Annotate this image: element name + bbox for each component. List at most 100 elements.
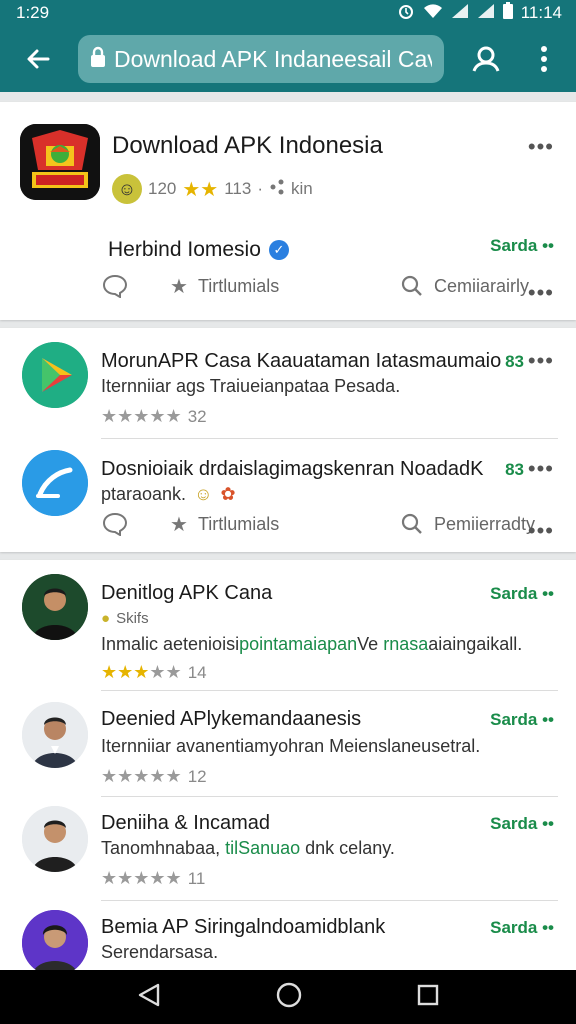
header-action-row: ★ Tirtlumials Cemiiarairly ••• [0, 274, 576, 314]
search-icon [401, 275, 422, 296]
star-icon: ★★ [182, 178, 219, 201]
app-more-button[interactable]: ••• [528, 348, 554, 374]
person-badge[interactable]: Sarda •• [490, 814, 554, 834]
profile-button[interactable] [464, 37, 508, 81]
person-rating: ★★★★★ 11 [101, 868, 205, 889]
person-badge[interactable]: Sarda •• [490, 710, 554, 730]
rating-stars-icon: ★★★★★ [101, 406, 182, 426]
circle-home-icon [276, 982, 302, 1007]
list-item[interactable]: Bemia AP Siringalndoamidblank Sarda •• S… [0, 900, 576, 970]
smile-emoji-icon: ☺ [112, 174, 142, 204]
app-more-button[interactable]: ••• [528, 456, 554, 482]
person-badge-text: Sarda [490, 584, 538, 603]
app-badge: 83 [505, 352, 524, 371]
desc-part: aiaingaikall. [428, 634, 523, 654]
nav-recents-button[interactable] [416, 983, 440, 1012]
app-bar: Download APK Indaneesail Cav [0, 26, 576, 92]
person-badge[interactable]: Sarda •• [490, 584, 554, 604]
divider [101, 438, 558, 439]
person-description: Iternniiar avanentiamyohran Meienslaneus… [101, 736, 481, 756]
signal-icon-2 [477, 3, 495, 24]
favorite-button[interactable]: ★ Tirtlumials [170, 274, 279, 299]
person-name: Bemia AP Siringalndoamidblank [101, 916, 386, 938]
list-item[interactable]: Deniiha & Incamad Sarda •• Tanomhnabaa, … [0, 796, 576, 900]
verified-icon: ✓ [268, 240, 289, 260]
dot-separator: · [257, 179, 264, 198]
desc-highlight: rnasa [383, 634, 429, 654]
similarity-label: Cemiiarairly [434, 275, 530, 296]
wifi-icon [423, 3, 443, 24]
person-badge-text: Sarda [490, 710, 538, 729]
nav-back-button[interactable] [136, 982, 162, 1013]
action-more-button[interactable]: ••• [528, 518, 554, 544]
search-icon [401, 513, 422, 534]
rating-stars-icon: ★★★★★ [101, 662, 182, 682]
person-rating: ★★★★★ 12 [101, 766, 207, 787]
app-title: MorunAPR Casa Kaauataman Iatasmaumaio [101, 350, 502, 372]
person-description: Tanomhnabaa, tilSanuao dnk celany. [101, 838, 395, 859]
person-badge[interactable]: Sarda •• [490, 918, 554, 938]
status-time-right: 11:14 [520, 3, 562, 22]
lock-icon [90, 46, 106, 73]
sarda-link[interactable]: Sarda •• [490, 236, 554, 256]
url-bar[interactable]: Download APK Indaneesail Cav [78, 35, 444, 83]
star-icon: ★ [170, 514, 188, 536]
avatar [22, 910, 88, 970]
user-icon [472, 46, 500, 72]
developer-name[interactable]: Herbind Iomesio ✓ [108, 238, 289, 262]
desc-highlight: pointamaiapan [239, 634, 358, 654]
status-bar: 1:29 11:14 [0, 0, 576, 26]
comment-button[interactable] [102, 274, 128, 298]
share-icon [269, 179, 285, 200]
nav-home-button[interactable] [275, 981, 303, 1014]
smile-emoji-icon: ☺ [194, 484, 213, 504]
similarity-button[interactable]: Pemiierradty [400, 512, 535, 536]
comment-icon [102, 512, 128, 536]
person-sub-text: Skifs [116, 610, 149, 627]
favorite-button[interactable]: ★ Tirtlumials [170, 512, 279, 537]
rating-count: 113 [224, 179, 252, 198]
person-description: Inmalic aetenioisipointamaiapanVe rnasaa… [101, 634, 522, 655]
battery-icon [502, 2, 513, 24]
person-rating: ★★★★★ 14 [101, 662, 207, 683]
status-time-left: 1:29 [16, 3, 50, 22]
avatar [22, 806, 88, 872]
app-description: Iternniiar ags Traiueianpataa Pesada. [101, 376, 401, 396]
play-store-icon [22, 342, 88, 408]
app-rating: ★★★★★ 32 [101, 406, 207, 427]
comment-button[interactable] [102, 512, 128, 536]
app-title: Download APK Indonesia [112, 132, 383, 159]
phone-app-icon [22, 450, 88, 516]
app-action-row: ★ Tirtlumials Pemiierradty ••• [0, 512, 576, 552]
app-title: Dosnioiaik drdaislagimagskenran NoadadK [101, 458, 484, 480]
similarity-button[interactable]: Cemiiarairly [400, 274, 529, 298]
list-item[interactable]: Denitlog APK Cana Sarda •• ● Skifs Inmal… [0, 560, 576, 690]
avatar [22, 574, 88, 640]
list-item[interactable]: MorunAPR Casa Kaauataman Iatasmaumaio 83… [0, 328, 576, 440]
desc-highlight: tilSanuao [225, 838, 301, 858]
favorite-label: Tirtlumials [197, 514, 280, 534]
developer-name-text: Herbind Iomesio [108, 238, 261, 261]
rating-count: 14 [187, 662, 207, 682]
header-more-button[interactable]: ••• [528, 134, 554, 160]
app-description-text: ptaraoank. [101, 484, 187, 504]
back-button[interactable] [18, 39, 58, 79]
square-recents-icon [417, 984, 438, 1005]
list-item[interactable]: Deenied APlykemandaanesis Sarda •• Itern… [0, 690, 576, 796]
people-card: Denitlog APK Cana Sarda •• ● Skifs Inmal… [0, 560, 576, 970]
list-item[interactable]: Dosnioiaik drdaislagimagskenran NoadadK … [0, 440, 576, 552]
app-header-card: Download APK Indonesia ••• ☺ 120 ★★ 113 … [0, 102, 576, 320]
action-more-button[interactable]: ••• [528, 280, 554, 306]
app-badge: 83 [505, 460, 524, 479]
desc-part: Tanomhnabaa, [101, 838, 226, 858]
triangle-back-icon [139, 983, 160, 1006]
url-text: Download APK Indaneesail Cav [114, 45, 432, 72]
avatar [22, 702, 88, 768]
overflow-menu-button[interactable] [522, 37, 566, 81]
back-arrow-icon [27, 49, 50, 69]
signal-icon [451, 3, 469, 24]
rating-text: 120 [148, 179, 177, 198]
star-icon: ★ [170, 276, 188, 298]
app-description: ptaraoank. ☺ ✿ [101, 484, 236, 505]
rating-stars-icon: ★★★★★ [101, 766, 182, 786]
